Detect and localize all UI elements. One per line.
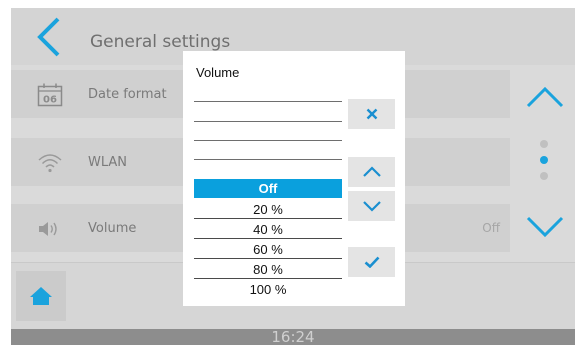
page-dot (540, 172, 548, 180)
dialog-close-button[interactable] (348, 99, 395, 129)
list-empty-slot (194, 159, 342, 160)
volume-dialog: Volume Off 20 % 40 % 60 % 80 % 100 % (183, 51, 405, 306)
chevron-down-icon (526, 216, 564, 238)
home-button[interactable] (16, 271, 66, 321)
clock: 16:24 (271, 328, 315, 345)
status-bar: 16:24 (11, 329, 575, 345)
scroll-down-button[interactable] (521, 204, 569, 250)
chevron-down-icon (362, 201, 381, 212)
calendar-icon: 06 (36, 82, 64, 108)
chevron-up-icon (526, 86, 564, 108)
chevron-left-icon (37, 17, 60, 57)
speaker-icon (36, 216, 64, 242)
wifi-icon (36, 150, 64, 176)
setting-value-volume: Off (482, 221, 500, 235)
chevron-up-icon (362, 166, 381, 177)
volume-option-60[interactable]: 60 % (194, 240, 342, 259)
home-icon (30, 287, 52, 305)
page-indicator (536, 140, 552, 186)
dialog-down-button[interactable] (348, 191, 395, 221)
setting-label-volume: Volume (88, 221, 137, 236)
volume-option-off[interactable]: Off (194, 179, 342, 198)
list-empty-slot (194, 101, 342, 102)
volume-option-80[interactable]: 80 % (194, 260, 342, 279)
dialog-title: Volume (196, 65, 240, 80)
volume-option-20[interactable]: 20 % (194, 200, 342, 219)
volume-option-100[interactable]: 100 % (194, 280, 342, 299)
list-empty-slot (194, 140, 342, 141)
back-button[interactable] (29, 14, 69, 60)
page-dot (540, 140, 548, 148)
list-empty-slot (194, 121, 342, 122)
page-dot-active (540, 156, 548, 164)
device-frame: General settings 06 Date format WLAN Vol… (0, 0, 575, 345)
setting-label-date-format: Date format (88, 87, 167, 102)
scroll-up-button[interactable] (521, 74, 569, 120)
dialog-up-button[interactable] (348, 157, 395, 187)
page-title: General settings (90, 32, 231, 52)
dialog-confirm-button[interactable] (348, 247, 395, 277)
checkmark-icon (364, 256, 379, 268)
svg-text:06: 06 (43, 95, 57, 106)
close-icon (366, 108, 377, 120)
volume-option-40[interactable]: 40 % (194, 220, 342, 239)
setting-label-wlan: WLAN (88, 155, 128, 170)
